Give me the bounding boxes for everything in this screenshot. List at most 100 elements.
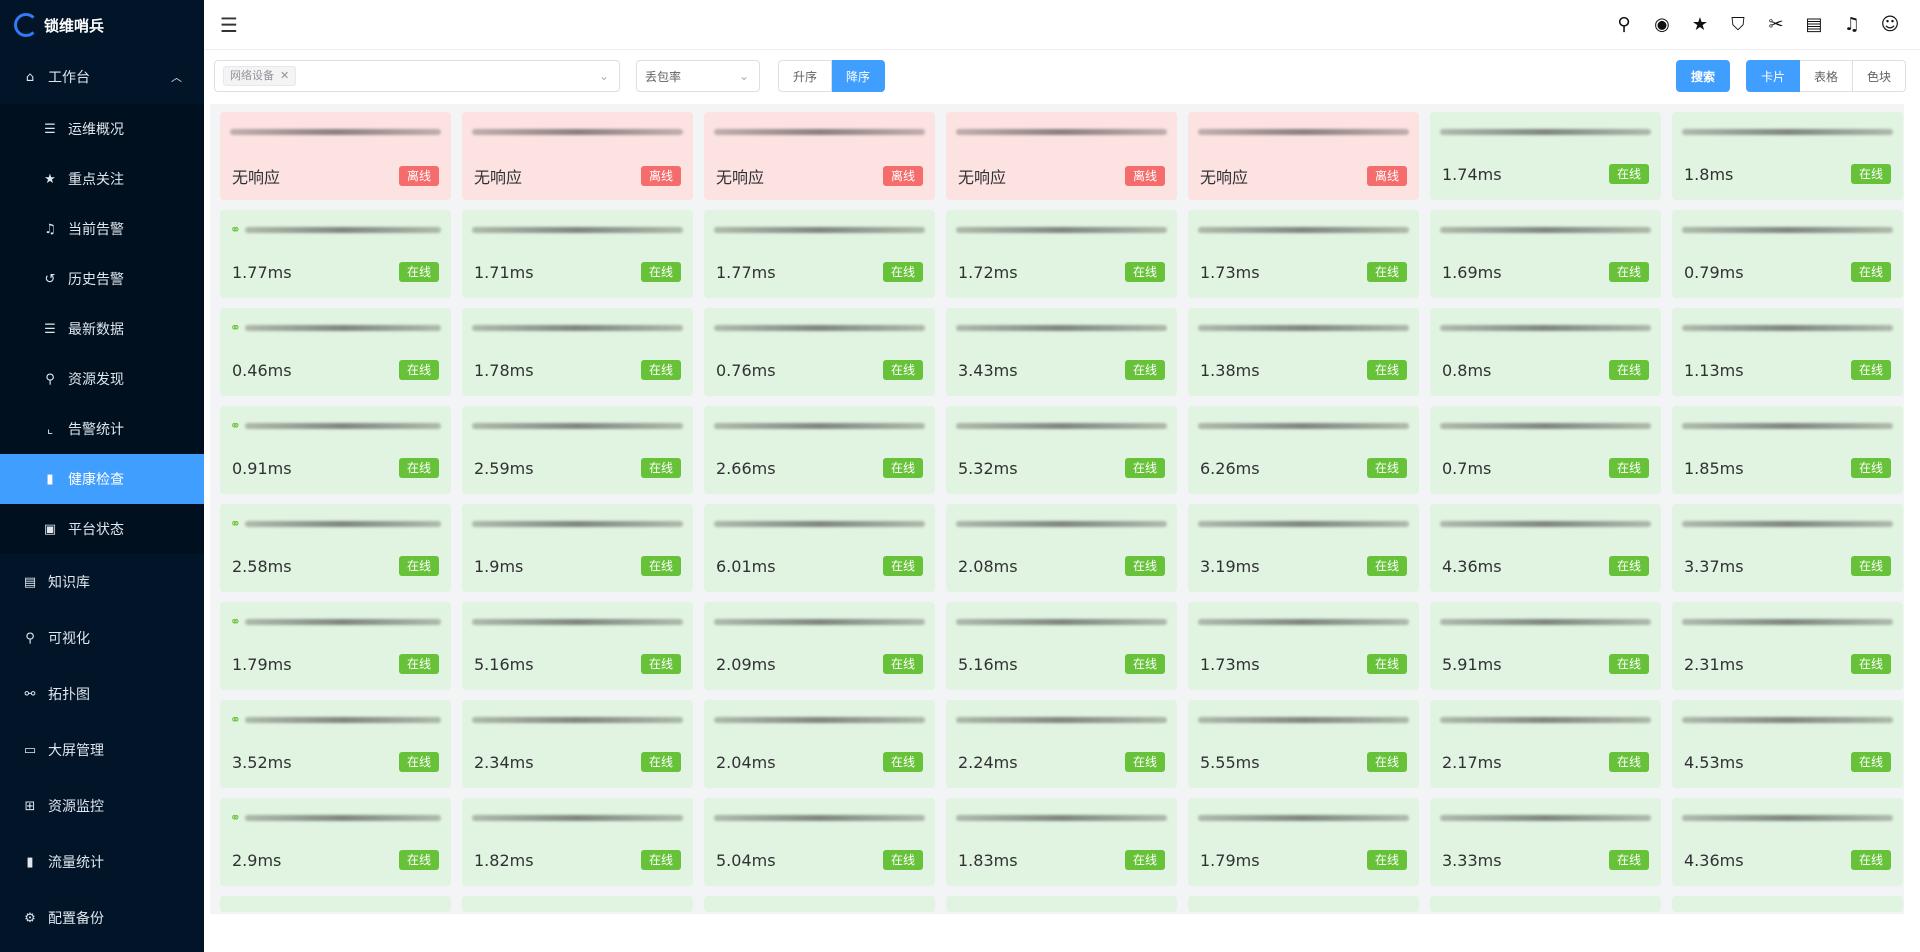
device-card[interactable]: 2.31ms 在线 [1672,602,1903,690]
device-card[interactable] [1430,896,1661,912]
sidebar-subitem-2[interactable]: ♫ 当前告警 [0,204,204,254]
star-icon[interactable]: ★ [1690,14,1710,35]
device-card[interactable]: 1.79ms 在线 [1188,798,1419,886]
device-card[interactable]: 5.91ms 在线 [1430,602,1661,690]
device-metric-row: 3.37ms 在线 [1684,556,1891,576]
device-card[interactable]: 2.09ms 在线 [704,602,935,690]
device-card[interactable]: 4.36ms 在线 [1672,798,1903,886]
device-card[interactable]: 无响应 离线 [462,112,693,200]
device-card[interactable]: 1.9ms 在线 [462,504,693,592]
device-card[interactable] [946,896,1177,912]
sidebar-item-3[interactable]: ▭ 大屏管理 [0,722,204,778]
sidebar-subitem-5[interactable]: ⚲ 资源发现 [0,354,204,404]
device-card[interactable]: 1.38ms 在线 [1188,308,1419,396]
device-card[interactable]: ⚭ 1.79ms 在线 [220,602,451,690]
device-card[interactable]: 1.82ms 在线 [462,798,693,886]
close-icon[interactable]: ✕ [280,67,289,85]
device-card[interactable]: 0.7ms 在线 [1430,406,1661,494]
device-card[interactable]: 3.33ms 在线 [1430,798,1661,886]
device-card[interactable]: 5.16ms 在线 [462,602,693,690]
menu-toggle-icon[interactable]: ☰ [220,13,238,37]
device-card[interactable]: 4.36ms 在线 [1430,504,1661,592]
metric-select[interactable]: 丢包率 ⌄ [636,60,760,92]
device-card[interactable]: ⚭ 0.46ms 在线 [220,308,451,396]
device-card[interactable]: 5.16ms 在线 [946,602,1177,690]
sidebar-subitem-3[interactable]: ↺ 历史告警 [0,254,204,304]
device-card[interactable]: 2.59ms 在线 [462,406,693,494]
device-card[interactable]: 3.43ms 在线 [946,308,1177,396]
device-card[interactable] [1188,896,1419,912]
device-card[interactable]: 2.24ms 在线 [946,700,1177,788]
device-card[interactable]: ⚭ 1.77ms 在线 [220,210,451,298]
sidebar-item-5[interactable]: ▮ 流量统计 [0,834,204,890]
sidebar-item-2[interactable]: ⚯ 拓扑图 [0,666,204,722]
device-card[interactable]: ⚭ 3.52ms 在线 [220,700,451,788]
device-card[interactable]: 0.76ms 在线 [704,308,935,396]
device-card[interactable]: 3.19ms 在线 [1188,504,1419,592]
device-card[interactable]: 5.32ms 在线 [946,406,1177,494]
device-card[interactable]: 5.55ms 在线 [1188,700,1419,788]
device-card[interactable]: 1.85ms 在线 [1672,406,1903,494]
sidebar-subitem-4[interactable]: ☰ 最新数据 [0,304,204,354]
device-card[interactable]: 2.34ms 在线 [462,700,693,788]
device-latency: 1.74ms [1442,164,1502,184]
device-card[interactable]: ⚭ 2.9ms 在线 [220,798,451,886]
device-card[interactable]: 2.04ms 在线 [704,700,935,788]
device-card[interactable]: 无响应 离线 [220,112,451,200]
device-card[interactable]: 无响应 离线 [704,112,935,200]
device-card[interactable]: 1.71ms 在线 [462,210,693,298]
device-card[interactable]: 1.72ms 在线 [946,210,1177,298]
view-table-button[interactable]: 表格 [1799,60,1853,92]
device-card[interactable]: 0.79ms 在线 [1672,210,1903,298]
sidebar-item-1[interactable]: ⚲ 可视化 [0,610,204,666]
device-card[interactable]: 6.26ms 在线 [1188,406,1419,494]
device-card[interactable] [220,896,451,912]
device-card[interactable] [704,896,935,912]
device-card[interactable]: ⚭ 0.91ms 在线 [220,406,451,494]
server-icon[interactable]: ▤ [1804,14,1824,35]
sidebar-item-workbench[interactable]: ⌂ 工作台 ︿ [0,50,204,104]
search-icon[interactable]: ⚲ [1614,14,1634,35]
device-card[interactable]: 3.37ms 在线 [1672,504,1903,592]
bookmark-icon[interactable]: ⛉ [1728,14,1748,35]
device-card[interactable]: 1.78ms 在线 [462,308,693,396]
device-card[interactable]: 0.8ms 在线 [1430,308,1661,396]
device-card[interactable] [462,896,693,912]
ai-chat-icon[interactable]: ◉ [1652,14,1672,35]
device-card[interactable]: ⚭ 2.58ms 在线 [220,504,451,592]
sidebar-subitem-6[interactable]: ⌞ 告警统计 [0,404,204,454]
device-card[interactable]: 1.13ms 在线 [1672,308,1903,396]
device-card[interactable]: 2.17ms 在线 [1430,700,1661,788]
view-color-button[interactable]: 色块 [1852,60,1906,92]
sort-desc-button[interactable]: 降序 [832,60,886,92]
device-card[interactable]: 1.69ms 在线 [1430,210,1661,298]
sidebar-subitem-0[interactable]: ☰ 运维概况 [0,104,204,154]
device-type-select[interactable]: 网络设备 ✕ ⌄ [214,60,620,92]
device-card[interactable]: 2.66ms 在线 [704,406,935,494]
device-card[interactable]: 1.83ms 在线 [946,798,1177,886]
sidebar-item-4[interactable]: ⊞ 资源监控 [0,778,204,834]
sidebar-item-6[interactable]: ⚙ 配置备份 [0,890,204,946]
device-card[interactable]: 1.8ms 在线 [1672,112,1903,200]
device-card[interactable]: 1.74ms 在线 [1430,112,1661,200]
sidebar-item-0[interactable]: ▤ 知识库 [0,554,204,610]
sidebar-subitem-7[interactable]: ▮ 健康检查 [0,454,204,504]
device-card[interactable]: 2.08ms 在线 [946,504,1177,592]
view-card-button[interactable]: 卡片 [1745,60,1800,92]
device-card[interactable]: 5.04ms 在线 [704,798,935,886]
device-card[interactable]: 1.73ms 在线 [1188,602,1419,690]
user-icon[interactable]: ☺ [1880,14,1900,35]
device-card[interactable]: 无响应 离线 [1188,112,1419,200]
search-button[interactable]: 搜索 [1675,60,1730,92]
sort-asc-button[interactable]: 升序 [778,60,833,92]
device-card[interactable] [1672,896,1903,912]
sidebar-subitem-8[interactable]: ▣ 平台状态 [0,504,204,554]
device-card[interactable]: 无响应 离线 [946,112,1177,200]
device-card[interactable]: 1.77ms 在线 [704,210,935,298]
device-card[interactable]: 6.01ms 在线 [704,504,935,592]
bell-icon[interactable]: ♫ [1842,14,1862,35]
device-card[interactable]: 4.53ms 在线 [1672,700,1903,788]
device-card[interactable]: 1.73ms 在线 [1188,210,1419,298]
sidebar-subitem-1[interactable]: ★ 重点关注 [0,154,204,204]
tools-icon[interactable]: ✂ [1766,14,1786,35]
